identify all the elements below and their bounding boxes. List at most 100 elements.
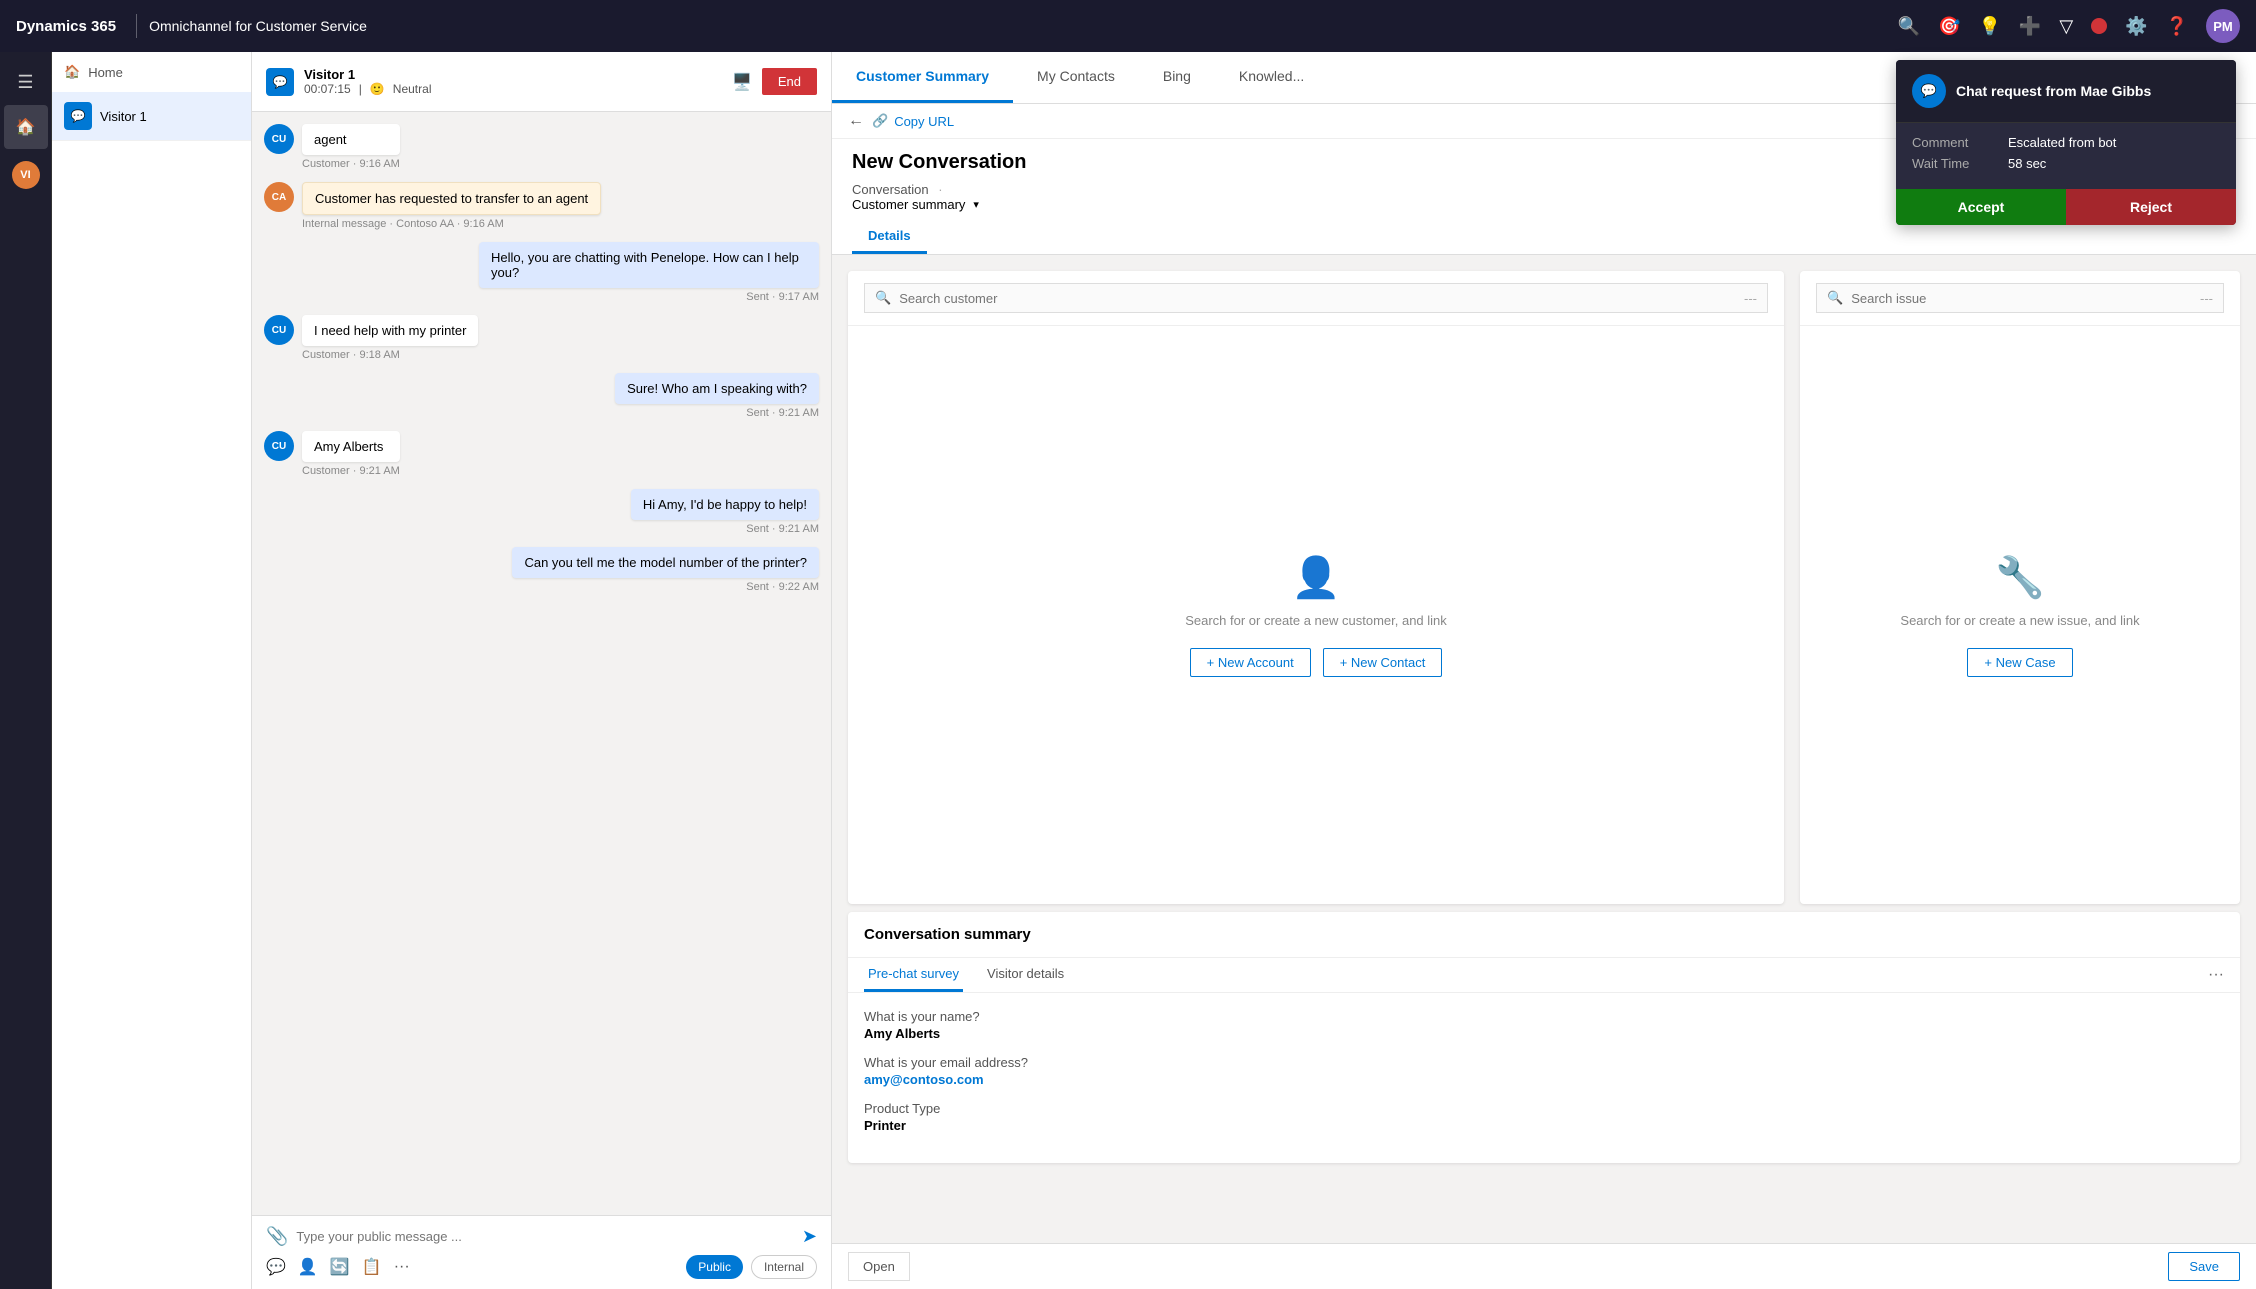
chat-message-5: Sure! Who am I speaking with? Sent · 9:2… bbox=[615, 373, 819, 419]
msg-bubble-3: Hello, you are chatting with Penelope. H… bbox=[479, 242, 819, 288]
public-mode-btn[interactable]: Public bbox=[686, 1255, 743, 1279]
hamburger-menu[interactable]: ☰ bbox=[9, 64, 41, 101]
chat-channel-icon: 💬 bbox=[266, 68, 294, 96]
chat-message-3: Hello, you are chatting with Penelope. H… bbox=[479, 242, 819, 303]
cr-requester-avatar: 💬 bbox=[1912, 74, 1946, 108]
issue-action-btns: + New Case bbox=[1967, 648, 2072, 677]
email-question: What is your email address? bbox=[864, 1055, 2224, 1070]
msg-bubble-4: I need help with my printer bbox=[302, 315, 478, 346]
home-icon: 🏠 bbox=[64, 64, 80, 80]
send-icon[interactable]: ➤ bbox=[802, 1226, 817, 1247]
tab-knowledge[interactable]: Knowled... bbox=[1215, 52, 1328, 103]
toolbar-icon-2[interactable]: 👤 bbox=[298, 1257, 318, 1277]
msg-bubble-8: Can you tell me the model number of the … bbox=[512, 547, 819, 578]
more-options-icon[interactable]: ··· bbox=[2208, 966, 2224, 984]
customer-search-card: 🔍 --- 👤 Search for or create a new custo… bbox=[848, 271, 1784, 904]
details-tabs: Details bbox=[832, 220, 2256, 255]
filter-icon[interactable]: ▽ bbox=[2059, 16, 2073, 37]
toolbar-icon-5[interactable]: ··· bbox=[394, 1258, 410, 1276]
cr-comment-label: Comment bbox=[1912, 135, 1992, 150]
visitor-label: Visitor 1 bbox=[100, 109, 147, 124]
cu-avatar-1: CU bbox=[264, 124, 294, 154]
tab-bing[interactable]: Bing bbox=[1139, 52, 1215, 103]
conv-summary-tabs: Pre-chat survey Visitor details ··· bbox=[848, 958, 2240, 993]
chat-panel: 💬 Visitor 1 00:07:15 | 🙂 Neutral 🖥️ End … bbox=[252, 52, 832, 1289]
copy-url-button[interactable]: 🔗 Copy URL bbox=[872, 113, 954, 129]
breadcrumb-part1: Conversation bbox=[852, 182, 929, 197]
chat-request-popup: 💬 Chat request from Mae Gibbs Comment Es… bbox=[1896, 60, 2236, 225]
toolbar-icon-3[interactable]: 🔄 bbox=[330, 1257, 350, 1277]
email-answer[interactable]: amy@contoso.com bbox=[864, 1072, 2224, 1087]
divider: | bbox=[359, 82, 362, 96]
tab-customer-summary[interactable]: Customer Summary bbox=[832, 52, 1013, 103]
conversation-summary-card: Conversation summary Pre-chat survey Vis… bbox=[848, 912, 2240, 1163]
msg-bubble-6: Amy Alberts bbox=[302, 431, 400, 462]
bulb-icon[interactable]: 💡 bbox=[1978, 16, 2000, 37]
conv-summary-title: Conversation summary bbox=[848, 912, 2240, 958]
settings-icon[interactable]: ⚙️ bbox=[2125, 16, 2147, 37]
screen-icon[interactable]: 🖥️ bbox=[732, 72, 752, 92]
chat-meta: 00:07:15 | 🙂 Neutral bbox=[304, 82, 722, 96]
new-case-button[interactable]: + New Case bbox=[1967, 648, 2072, 677]
customer-search-input[interactable] bbox=[899, 291, 1736, 306]
sidebar-item-home[interactable]: 🏠 bbox=[4, 105, 48, 149]
new-account-button[interactable]: + New Account bbox=[1190, 648, 1311, 677]
end-call-button[interactable]: End bbox=[762, 68, 817, 95]
internal-notice-bubble: Customer has requested to transfer to an… bbox=[302, 182, 601, 215]
breadcrumb-dropdown-label: Customer summary bbox=[852, 197, 965, 212]
summary-field-name: What is your name? Amy Alberts bbox=[864, 1009, 2224, 1041]
issue-search-input[interactable] bbox=[1851, 291, 2192, 306]
msg-ts-7: Sent · 9:21 AM bbox=[746, 523, 819, 535]
input-row: 📎 ➤ bbox=[266, 1226, 817, 1247]
product-answer: Printer bbox=[864, 1118, 2224, 1133]
reject-button[interactable]: Reject bbox=[2066, 189, 2236, 225]
visitor-icon: 💬 bbox=[64, 102, 92, 130]
back-arrow-icon[interactable]: ← bbox=[848, 112, 864, 130]
home-nav-item[interactable]: 🏠 Home bbox=[52, 52, 251, 92]
help-icon[interactable]: ❓ bbox=[2166, 16, 2188, 37]
customer-search-row: 🔍 --- bbox=[848, 271, 1784, 326]
msg-ts-8: Sent · 9:22 AM bbox=[746, 581, 819, 593]
attachment-icon[interactable]: 📎 bbox=[266, 1226, 288, 1247]
accept-button[interactable]: Accept bbox=[1896, 189, 2066, 225]
breadcrumb-sep: · bbox=[938, 182, 942, 197]
msg-ts-5: Sent · 9:21 AM bbox=[746, 407, 819, 419]
toolbar-icon-1[interactable]: 💬 bbox=[266, 1257, 286, 1277]
user-avatar[interactable]: PM bbox=[2206, 9, 2240, 43]
customer-empty-state: 👤 Search for or create a new customer, a… bbox=[848, 326, 1784, 904]
customer-action-btns: + New Account + New Contact bbox=[1190, 648, 1443, 677]
chat-visitor-name: Visitor 1 bbox=[304, 67, 722, 82]
chat-message-2: CA Customer has requested to transfer to… bbox=[264, 182, 819, 230]
copy-url-label: Copy URL bbox=[894, 114, 954, 129]
chat-timer: 00:07:15 bbox=[304, 82, 351, 96]
person-icon: 👤 bbox=[1291, 554, 1341, 601]
tab-my-contacts[interactable]: My Contacts bbox=[1013, 52, 1139, 103]
chat-messages: CU agent Customer · 9:16 AM CA Customer … bbox=[252, 112, 831, 1215]
sidebar-item-visitor[interactable]: VI bbox=[4, 153, 48, 197]
issue-search-card: 🔍 --- 🔧 Search for or create a new issue… bbox=[1800, 271, 2240, 904]
customer-empty-text: Search for or create a new customer, and… bbox=[1185, 613, 1447, 628]
plus-icon[interactable]: ➕ bbox=[2019, 16, 2041, 37]
new-contact-button[interactable]: + New Contact bbox=[1323, 648, 1443, 677]
search-icon[interactable]: 🔍 bbox=[1898, 16, 1920, 37]
chat-message-4: CU I need help with my printer Customer … bbox=[264, 315, 819, 361]
sidebar: ☰ 🏠 VI bbox=[0, 52, 52, 1289]
internal-mode-btn[interactable]: Internal bbox=[751, 1255, 817, 1279]
chat-input-field[interactable] bbox=[296, 1229, 793, 1244]
toolbar-icon-4[interactable]: 📋 bbox=[362, 1257, 382, 1277]
app-module: Omnichannel for Customer Service bbox=[149, 18, 367, 34]
visitor-nav-item[interactable]: 💬 Visitor 1 bbox=[52, 92, 251, 141]
open-dropdown-button[interactable]: Open bbox=[848, 1252, 910, 1281]
pre-chat-survey-tab[interactable]: Pre-chat survey bbox=[864, 958, 963, 992]
details-tab-details[interactable]: Details bbox=[852, 220, 927, 254]
search-dots: --- bbox=[1744, 291, 1757, 306]
chat-icon: 💬 bbox=[1921, 83, 1937, 99]
wrench-icon: 🔧 bbox=[1995, 554, 2045, 601]
target-icon[interactable]: 🎯 bbox=[1938, 16, 1960, 37]
visitor-details-tab[interactable]: Visitor details bbox=[983, 958, 1068, 992]
cr-details: Comment Escalated from bot Wait Time 58 … bbox=[1896, 123, 2236, 189]
summary-field-product: Product Type Printer bbox=[864, 1101, 2224, 1133]
chevron-down-icon: ▾ bbox=[973, 198, 979, 211]
customer-search-icon: 🔍 bbox=[875, 290, 891, 306]
save-button[interactable]: Save bbox=[2168, 1252, 2240, 1281]
